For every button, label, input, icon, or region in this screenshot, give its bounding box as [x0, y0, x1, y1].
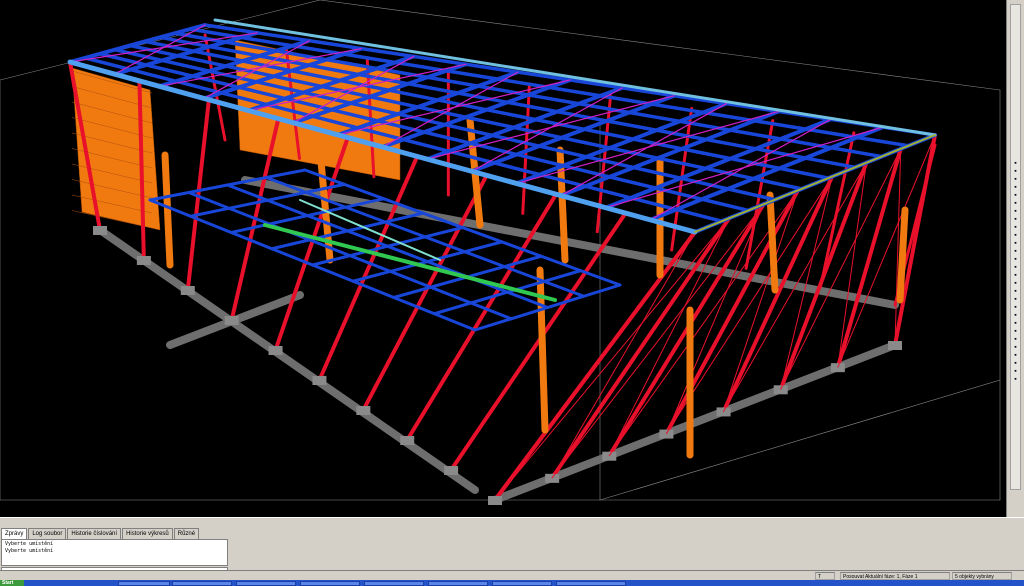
taskbar-item[interactable] [236, 581, 296, 586]
column-footing [268, 346, 283, 355]
toolbar-tool-icon[interactable]: ▪ [1010, 168, 1021, 176]
column-footing [180, 286, 195, 295]
roof-rafter [380, 78, 572, 149]
steel-structure-model [0, 0, 1001, 505]
toolbar-tool-icon[interactable]: ▪ [1010, 200, 1021, 208]
column-footing [888, 341, 902, 350]
status-mode: T [815, 572, 835, 580]
taskbar-item[interactable] [300, 581, 360, 586]
toolbar-tool-icon[interactable]: ▪ [1010, 304, 1021, 312]
taskbar-item[interactable] [364, 581, 424, 586]
start-button[interactable]: Start [0, 580, 24, 586]
tab-log-file[interactable]: Log soubor [28, 528, 67, 539]
toolbar-tool-icon[interactable]: ▪ [1010, 264, 1021, 272]
toolbar-tool-icon[interactable]: ▪ [1010, 208, 1021, 216]
toolbar-tool-icon[interactable]: ▪ [1010, 224, 1021, 232]
status-info: Posouvat Aktuální fáze: 1, Fáze 1 [840, 572, 950, 580]
taskbar-item[interactable] [172, 581, 232, 586]
message-log: Vyberte umístění Vyberte umístění [1, 539, 228, 566]
toolbar-tool-icon[interactable]: ▪ [1010, 256, 1021, 264]
column-footing [93, 226, 107, 235]
taskbar-item[interactable] [118, 581, 170, 586]
column-footing [773, 385, 788, 395]
tab-drawing-history[interactable]: Historie výkresů [122, 528, 173, 539]
toolbar-tool-icon[interactable]: ▪ [1010, 288, 1021, 296]
toolbar-tool-icon[interactable]: ▪ [1010, 192, 1021, 200]
column-footing [602, 451, 617, 461]
steel-column [595, 94, 613, 234]
toolbar-tool-icon[interactable]: ▪ [1010, 280, 1021, 288]
column-footing [545, 473, 560, 483]
toolbar-tool-icon[interactable]: ▪ [1010, 344, 1021, 352]
foundation-beam [96, 226, 479, 494]
windows-taskbar: Start [0, 580, 1024, 586]
steel-column [449, 211, 628, 472]
toolbar-tool-icon[interactable]: ▪ [1010, 232, 1021, 240]
taskbar-item[interactable] [556, 581, 626, 586]
toolbar-tool-icon[interactable]: ▪ [1010, 240, 1021, 248]
toolbar-tool-icon[interactable]: ▪ [1010, 360, 1021, 368]
right-toolbar: ▪ ▪ ▪ ▪ ▪ ▪ ▪ ▪ ▪ ▪ ▪ ▪ ▪ ▪ ▪ ▪ ▪ ▪ ▪ ▪ ▪ ▪ ▪ ▪ ▪ ▪ ▪ ▪ [1006, 0, 1024, 517]
column-footing [400, 436, 415, 445]
toolbar-tool-icon[interactable]: ▪ [1010, 176, 1021, 184]
toolbar-tool-icon[interactable]: ▪ [1010, 336, 1021, 344]
toolbar-tool-icon[interactable]: ▪ [1010, 216, 1021, 224]
steel-column [405, 192, 559, 442]
orange-stub-column [896, 206, 909, 304]
tab-misc[interactable]: Různé [173, 528, 200, 539]
command-tabs: Zprávy Log soubor Historie číslování His… [1, 528, 200, 539]
taskbar-item[interactable] [428, 581, 488, 586]
toolbar-tool-icon[interactable]: ▪ [1010, 376, 1021, 384]
toolbar-tool-icon[interactable]: ▪ [1010, 184, 1021, 192]
column-footing [716, 407, 731, 417]
command-panel: Zprávy Log soubor Historie číslování His… [0, 517, 1024, 578]
platform-beam [303, 168, 622, 287]
steel-column [835, 146, 903, 370]
toolbar-tool-icon[interactable]: ▪ [1010, 160, 1021, 168]
orange-stub-column [161, 151, 174, 269]
column-footing [136, 256, 151, 265]
tab-messages[interactable]: Zprávy [1, 528, 28, 539]
toolbar-tool-icon[interactable]: ▪ [1010, 368, 1021, 376]
model-3d-viewport[interactable] [0, 0, 1006, 517]
log-line: Vyberte umístění [5, 548, 54, 554]
column-footing [312, 376, 327, 385]
column-footing [488, 496, 502, 505]
toolbar-tool-icon[interactable]: ▪ [1010, 272, 1021, 280]
toolbar-tool-icon[interactable]: ▪ [1010, 312, 1021, 320]
column-footing [356, 406, 371, 415]
toolbar-tool-icon[interactable]: ▪ [1010, 296, 1021, 304]
column-footing [224, 316, 239, 325]
log-line: Vyberte umístění [5, 541, 54, 547]
orange-stub-column [766, 191, 779, 294]
orange-stub-column [536, 266, 549, 434]
tab-numbering-history[interactable]: Historie číslování [67, 528, 122, 539]
column-footing [444, 466, 459, 475]
toolbar-tool-icon[interactable]: ▪ [1010, 352, 1021, 360]
status-selection: 5 objekty vybrány [952, 572, 1012, 580]
toolbar-tool-icon[interactable]: ▪ [1010, 328, 1021, 336]
toolbar-tool-icon[interactable]: ▪ [1010, 320, 1021, 328]
toolbar-tool-icon[interactable]: ▪ [1010, 248, 1021, 256]
taskbar-item[interactable] [492, 581, 552, 586]
